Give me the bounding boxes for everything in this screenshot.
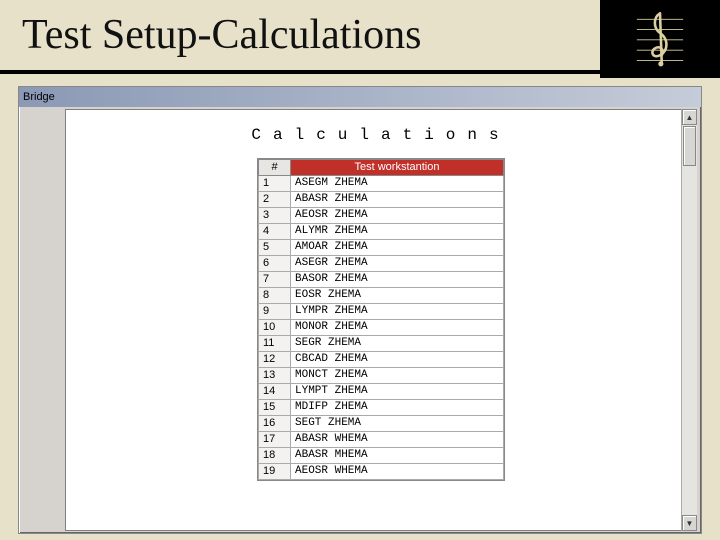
- treble-clef-logo: [600, 0, 720, 78]
- table-row[interactable]: 13MONCT ZHEMA: [259, 368, 504, 384]
- col-header-workstation[interactable]: Test workstantion: [291, 160, 504, 176]
- row-number: 16: [259, 416, 291, 432]
- row-workstation: LYMPR ZHEMA: [291, 304, 504, 320]
- table-row[interactable]: 11SEGR ZHEMA: [259, 336, 504, 352]
- row-workstation: MONOR ZHEMA: [291, 320, 504, 336]
- table-row[interactable]: 3AEOSR ZHEMA: [259, 208, 504, 224]
- row-number: 7: [259, 272, 291, 288]
- table-row[interactable]: 7BASOR ZHEMA: [259, 272, 504, 288]
- row-number: 12: [259, 352, 291, 368]
- table-row[interactable]: 15MDIFP ZHEMA: [259, 400, 504, 416]
- row-number: 4: [259, 224, 291, 240]
- slide-title-bar: Test Setup-Calculations: [0, 0, 720, 74]
- row-number: 8: [259, 288, 291, 304]
- scroll-up-button[interactable]: ▲: [682, 109, 697, 125]
- table-row[interactable]: 10MONOR ZHEMA: [259, 320, 504, 336]
- page-title: Test Setup-Calculations: [22, 11, 422, 59]
- table-row[interactable]: 6ASEGR ZHEMA: [259, 256, 504, 272]
- content-pane: Calculations # Test workstantion 1ASEGM …: [65, 109, 697, 531]
- row-number: 14: [259, 384, 291, 400]
- row-number: 10: [259, 320, 291, 336]
- row-workstation: ABASR ZHEMA: [291, 192, 504, 208]
- row-workstation: BASOR ZHEMA: [291, 272, 504, 288]
- row-number: 19: [259, 464, 291, 480]
- table-row[interactable]: 14LYMPT ZHEMA: [259, 384, 504, 400]
- col-header-number[interactable]: #: [259, 160, 291, 176]
- content-heading: Calculations: [66, 110, 696, 158]
- row-number: 6: [259, 256, 291, 272]
- row-workstation: EOSR ZHEMA: [291, 288, 504, 304]
- row-workstation: ALYMR ZHEMA: [291, 224, 504, 240]
- row-number: 2: [259, 192, 291, 208]
- row-workstation: LYMPT ZHEMA: [291, 384, 504, 400]
- row-number: 3: [259, 208, 291, 224]
- row-number: 5: [259, 240, 291, 256]
- row-workstation: ASEGM ZHEMA: [291, 176, 504, 192]
- row-workstation: SEGT ZHEMA: [291, 416, 504, 432]
- app-window: Bridge Calculations # Test workstantion …: [18, 86, 702, 534]
- window-titlebar[interactable]: Bridge: [19, 87, 701, 107]
- row-workstation: ASEGR ZHEMA: [291, 256, 504, 272]
- vertical-scrollbar[interactable]: ▲ ▼: [681, 109, 697, 531]
- row-number: 9: [259, 304, 291, 320]
- table-row[interactable]: 12CBCAD ZHEMA: [259, 352, 504, 368]
- table-row[interactable]: 1ASEGM ZHEMA: [259, 176, 504, 192]
- row-workstation: AMOAR ZHEMA: [291, 240, 504, 256]
- table-row[interactable]: 18ABASR MHEMA: [259, 448, 504, 464]
- table-row[interactable]: 2ABASR ZHEMA: [259, 192, 504, 208]
- table-row[interactable]: 5AMOAR ZHEMA: [259, 240, 504, 256]
- row-workstation: ABASR WHEMA: [291, 432, 504, 448]
- row-workstation: MDIFP ZHEMA: [291, 400, 504, 416]
- table-row[interactable]: 16SEGT ZHEMA: [259, 416, 504, 432]
- row-workstation: ABASR MHEMA: [291, 448, 504, 464]
- row-number: 15: [259, 400, 291, 416]
- scroll-thumb[interactable]: [683, 126, 696, 166]
- row-number: 17: [259, 432, 291, 448]
- table-row[interactable]: 4ALYMR ZHEMA: [259, 224, 504, 240]
- calculations-table: # Test workstantion 1ASEGM ZHEMA2ABASR Z…: [257, 158, 505, 481]
- table-row[interactable]: 17ABASR WHEMA: [259, 432, 504, 448]
- row-number: 13: [259, 368, 291, 384]
- row-workstation: SEGR ZHEMA: [291, 336, 504, 352]
- row-workstation: CBCAD ZHEMA: [291, 352, 504, 368]
- table-row[interactable]: 8EOSR ZHEMA: [259, 288, 504, 304]
- row-number: 1: [259, 176, 291, 192]
- scroll-down-button[interactable]: ▼: [682, 515, 697, 531]
- row-workstation: AEOSR WHEMA: [291, 464, 504, 480]
- row-number: 18: [259, 448, 291, 464]
- row-workstation: AEOSR ZHEMA: [291, 208, 504, 224]
- row-workstation: MONCT ZHEMA: [291, 368, 504, 384]
- row-number: 11: [259, 336, 291, 352]
- table-row[interactable]: 19AEOSR WHEMA: [259, 464, 504, 480]
- table-row[interactable]: 9LYMPR ZHEMA: [259, 304, 504, 320]
